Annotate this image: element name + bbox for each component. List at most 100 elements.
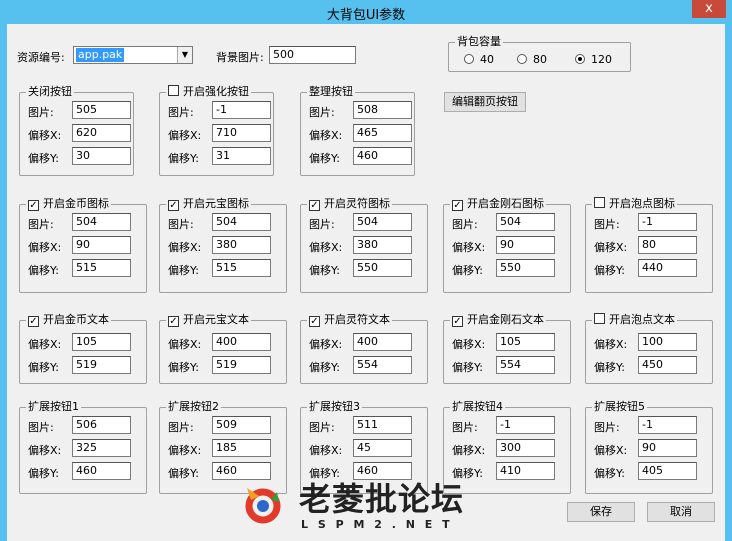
offset-y-field[interactable]: 554 [353, 356, 412, 374]
picture-field[interactable]: 504 [353, 213, 412, 231]
resource-select[interactable]: app.pak ▼ [73, 46, 193, 64]
offset-x-field[interactable]: 380 [353, 236, 412, 254]
offset-x-label: 偏移X: [309, 241, 343, 254]
capacity-radio-120[interactable]: 120 [575, 53, 612, 66]
picture-label: 图片: [309, 106, 335, 119]
picture-field[interactable]: 504 [212, 213, 271, 231]
offset-y-label: 偏移Y: [594, 264, 625, 277]
offset-x-field[interactable]: 380 [212, 236, 271, 254]
picture-field[interactable]: -1 [496, 416, 555, 434]
picture-field[interactable]: 505 [72, 101, 131, 119]
offset-y-field[interactable]: 460 [72, 462, 131, 480]
checkbox[interactable]: ✓ [309, 200, 320, 211]
group-title-text: 开启强化按钮 [183, 85, 249, 98]
offset-y-field[interactable]: 519 [212, 356, 271, 374]
group-title: ✓ 开启灵符文本 [307, 313, 392, 327]
offset-y-field[interactable]: 450 [638, 356, 697, 374]
picture-label: 图片: [594, 421, 620, 434]
offset-x-field[interactable]: 465 [353, 124, 412, 142]
capacity-radio-80[interactable]: 80 [517, 53, 547, 66]
group-title-text: 开启金币文本 [43, 313, 109, 326]
offset-y-field[interactable]: 550 [496, 259, 555, 277]
offset-y-label: 偏移Y: [28, 467, 59, 480]
group-title-text: 开启元宝图标 [183, 197, 249, 210]
param-group: 关闭按钮 图片: 505 偏移X: 620 偏移Y: 30 [19, 85, 134, 176]
offset-x-field[interactable]: 300 [496, 439, 555, 457]
radio-dot [464, 54, 474, 64]
picture-field[interactable]: -1 [638, 416, 697, 434]
offset-y-field[interactable]: 440 [638, 259, 697, 277]
offset-y-field[interactable]: 30 [72, 147, 131, 165]
offset-x-field[interactable]: 90 [638, 439, 697, 457]
offset-x-label: 偏移X: [28, 338, 62, 351]
checkbox[interactable] [168, 85, 179, 96]
checkbox[interactable]: ✓ [168, 200, 179, 211]
group-title-text: 整理按钮 [309, 85, 353, 98]
offset-x-field[interactable]: 710 [212, 124, 271, 142]
picture-field[interactable]: 508 [353, 101, 412, 119]
offset-x-field[interactable]: 90 [72, 236, 131, 254]
offset-y-field[interactable]: 515 [72, 259, 131, 277]
resource-selected: app.pak [76, 48, 125, 62]
group-title: 开启强化按钮 [166, 85, 251, 99]
picture-field[interactable]: 506 [72, 416, 131, 434]
picture-field[interactable]: -1 [212, 101, 271, 119]
offset-x-label: 偏移X: [309, 444, 343, 457]
offset-x-field[interactable]: 90 [496, 236, 555, 254]
offset-y-field[interactable]: 554 [496, 356, 555, 374]
checkbox[interactable]: ✓ [309, 316, 320, 327]
checkbox[interactable]: ✓ [452, 316, 463, 327]
offset-y-field[interactable]: 460 [353, 147, 412, 165]
bg-field[interactable]: 500 [269, 46, 356, 64]
offset-y-field[interactable]: 550 [353, 259, 412, 277]
capacity-radio-40[interactable]: 40 [464, 53, 494, 66]
group-title: 扩展按钮5 [592, 400, 647, 414]
picture-label: 图片: [168, 106, 194, 119]
offset-y-label: 偏移Y: [309, 152, 340, 165]
cancel-button[interactable]: 取消 [647, 502, 715, 522]
offset-x-field[interactable]: 45 [353, 439, 412, 457]
checkbox[interactable]: ✓ [28, 316, 39, 327]
offset-x-field[interactable]: 400 [353, 333, 412, 351]
group-title-text: 开启金刚石文本 [467, 313, 544, 326]
checkbox[interactable]: ✓ [168, 316, 179, 327]
picture-field[interactable]: 504 [496, 213, 555, 231]
offset-y-label: 偏移Y: [452, 361, 483, 374]
offset-x-field[interactable]: 620 [72, 124, 131, 142]
offset-x-field[interactable]: 185 [212, 439, 271, 457]
offset-x-field[interactable]: 100 [638, 333, 697, 351]
checkbox[interactable] [594, 313, 605, 324]
offset-x-field[interactable]: 325 [72, 439, 131, 457]
group-title-text: 开启泡点图标 [609, 197, 675, 210]
picture-field[interactable]: 509 [212, 416, 271, 434]
checkbox[interactable] [594, 197, 605, 208]
offset-y-field[interactable]: 410 [496, 462, 555, 480]
picture-field[interactable]: 511 [353, 416, 412, 434]
save-button[interactable]: 保存 [567, 502, 635, 522]
chevron-down-icon[interactable]: ▼ [177, 47, 192, 63]
offset-y-field[interactable]: 31 [212, 147, 271, 165]
resource-label: 资源编号: [17, 51, 65, 64]
bg-label: 背景图片: [216, 51, 264, 64]
offset-x-field[interactable]: 105 [72, 333, 131, 351]
offset-y-field[interactable]: 515 [212, 259, 271, 277]
checkbox[interactable]: ✓ [28, 200, 39, 211]
offset-x-field[interactable]: 105 [496, 333, 555, 351]
picture-field[interactable]: -1 [638, 213, 697, 231]
offset-y-field[interactable]: 405 [638, 462, 697, 480]
offset-y-label: 偏移Y: [168, 467, 199, 480]
offset-x-field[interactable]: 80 [638, 236, 697, 254]
edit-page-button[interactable]: 编辑翻页按钮 [444, 92, 526, 112]
picture-field[interactable]: 504 [72, 213, 131, 231]
offset-x-field[interactable]: 400 [212, 333, 271, 351]
picture-label: 图片: [28, 421, 54, 434]
offset-y-label: 偏移Y: [594, 467, 625, 480]
group-title-text: 开启灵符图标 [324, 197, 390, 210]
checkbox[interactable]: ✓ [452, 200, 463, 211]
close-button[interactable]: x [692, 0, 726, 18]
group-title: 整理按钮 [307, 85, 355, 99]
param-group: ✓ 开启元宝图标 图片: 504 偏移X: 380 偏移Y: 515 [159, 197, 287, 293]
offset-y-label: 偏移Y: [28, 152, 59, 165]
offset-y-field[interactable]: 519 [72, 356, 131, 374]
group-title: 扩展按钮2 [166, 400, 221, 414]
